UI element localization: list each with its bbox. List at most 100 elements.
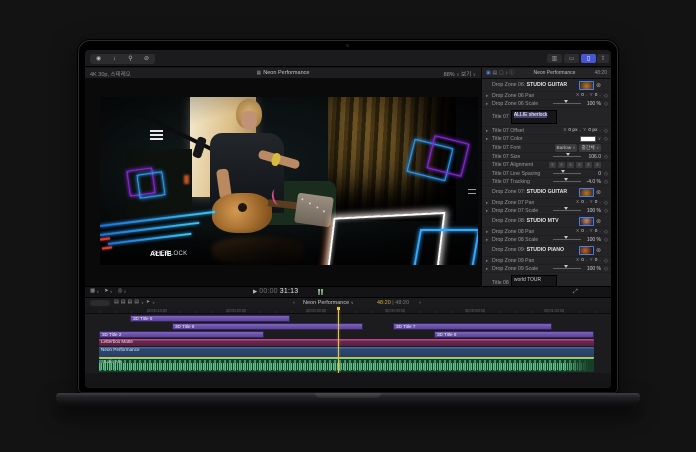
playhead[interactable] (338, 307, 339, 373)
timeline-index-button[interactable]: ▦∨ (90, 289, 99, 295)
pointer-tool-menu[interactable]: ➤ (146, 300, 150, 305)
disclosure-icon[interactable]: ▸ (486, 200, 490, 206)
color-swatch[interactable] (580, 136, 596, 142)
disclosure-icon[interactable]: ▸ (486, 237, 490, 243)
align-button[interactable]: ≡ (576, 162, 583, 168)
slider[interactable] (553, 173, 581, 174)
align-button[interactable]: ≡ (585, 162, 592, 168)
keyframe-button[interactable]: ◇ (603, 208, 609, 214)
font-family-dropdown[interactable]: Barlow ∨ (555, 144, 578, 152)
generator-tab[interactable]: ▢ (499, 70, 504, 76)
disclosure-icon[interactable]: ▸ (486, 266, 490, 272)
keyframe-button[interactable]: ◇ (603, 229, 609, 235)
append-edit-button[interactable]: ▤ (127, 300, 132, 305)
slider[interactable] (553, 103, 581, 104)
keyframe-button[interactable]: ◇ (603, 136, 609, 142)
slider[interactable] (553, 210, 581, 211)
font-weight-dropdown[interactable]: 중간체 ∨ (579, 144, 601, 152)
timeline-project-menu[interactable]: Neon Performance ∨ (303, 300, 354, 306)
align-button[interactable]: ≡ (549, 162, 556, 168)
disclosure-icon[interactable]: ▸ (486, 208, 490, 214)
disclosure-icon[interactable]: ▸ (486, 101, 490, 107)
slider-value[interactable]: 100 % (583, 237, 601, 243)
timeline-clip[interactable]: Neon Performance (99, 347, 594, 357)
keyframe-button[interactable]: ◇ (603, 266, 609, 272)
y-value-field[interactable]: 0 (595, 200, 598, 205)
y-value-field[interactable]: 0 (595, 93, 598, 98)
timeline-clip[interactable]: 3D Title 6 (130, 315, 290, 322)
keyframe-button[interactable]: ◇ (603, 258, 609, 264)
clear-dropzone-button[interactable]: ⊗ (596, 82, 601, 89)
keyframe-button[interactable]: ◇ (603, 128, 609, 134)
x-value-field[interactable]: 0 (581, 200, 584, 205)
timeline-clip[interactable]: 3D Title 7 (393, 323, 552, 330)
dropzone-thumbnail[interactable] (579, 246, 594, 255)
slider[interactable] (553, 181, 581, 182)
tool-select-menu[interactable]: ➤∨ (104, 289, 113, 295)
keyframe-button[interactable]: ◇ (603, 154, 609, 160)
viewer-zoom-menu[interactable]: 88% (444, 72, 455, 78)
timeline-clip[interactable]: 3D Title 2 (99, 331, 264, 338)
slider-value[interactable]: 100 % (583, 101, 601, 107)
align-button[interactable]: ≡ (558, 162, 565, 168)
audio-tab[interactable]: ♪ (505, 70, 508, 76)
clear-dropzone-button[interactable]: ⊗ (596, 218, 601, 225)
share-button[interactable]: ⇧ (597, 54, 609, 63)
info-tab[interactable]: ⓘ (509, 70, 514, 76)
slider-value[interactable]: -4.0 % (583, 179, 601, 185)
slider-value[interactable]: 100 % (583, 266, 601, 272)
dropzone-thumbnail[interactable] (579, 217, 594, 226)
keyframe-button[interactable]: ◇ (603, 237, 609, 243)
y-value-field[interactable]: 0 px (588, 128, 597, 133)
text-input[interactable]: world TOUR (511, 275, 557, 286)
slider[interactable] (553, 239, 581, 240)
x-value-field[interactable]: 0 (581, 229, 584, 234)
motion-tab[interactable]: ▤ (492, 70, 497, 76)
slider-value[interactable]: 106.0 (583, 154, 601, 160)
clear-dropzone-button[interactable]: ⊗ (596, 247, 601, 254)
expand-icon[interactable]: ⤢ (573, 289, 578, 296)
x-value-field[interactable]: 0 px (568, 128, 577, 133)
next-project-button[interactable]: › (419, 300, 421, 306)
timeline-clip[interactable]: 3D Title 8 (172, 323, 363, 330)
play-button[interactable]: ▶ (253, 289, 257, 295)
align-button[interactable]: ≡ (567, 162, 574, 168)
clip-options-menu[interactable]: ◎∨ (118, 289, 127, 295)
timeline-clip[interactable]: 3D Title 9 (434, 331, 594, 338)
browser-toggle[interactable]: ▥ (547, 54, 562, 63)
import-button[interactable]: ↓ (107, 55, 122, 63)
viewer-view-menu[interactable]: 보기 (461, 72, 471, 78)
disclosure-icon[interactable]: ▸ (486, 258, 490, 264)
slider[interactable] (553, 156, 581, 157)
y-value-field[interactable]: 0 (595, 229, 598, 234)
dropzone-thumbnail[interactable] (579, 188, 594, 197)
keyframe-button[interactable]: ◇ (603, 93, 609, 99)
timeline-clip[interactable]: Letterbox Matte (99, 339, 594, 346)
timeline-toggle[interactable]: ▭ (564, 54, 579, 63)
slider[interactable] (553, 268, 581, 269)
record-button[interactable]: ◉ (91, 55, 106, 63)
slider-value[interactable]: 100 % (583, 208, 601, 214)
disclosure-icon[interactable]: ▸ (486, 229, 490, 235)
align-button[interactable]: ≡ (594, 162, 601, 168)
x-value-field[interactable]: 0 (581, 258, 584, 263)
insert-edit-button[interactable]: ▤ (121, 300, 126, 305)
timeline-index-pill[interactable] (90, 300, 110, 306)
keyword-button[interactable]: ⚲ (123, 55, 138, 63)
text-input[interactable]: ALLIE sherlock (511, 110, 557, 124)
audio-meters[interactable] (318, 289, 323, 295)
keyframe-button[interactable]: ◇ (603, 200, 609, 206)
connect-edit-button[interactable]: ▤ (114, 300, 119, 305)
inspector-toggle[interactable]: ▯ (581, 54, 596, 63)
disclosure-icon[interactable]: ▸ (486, 128, 490, 134)
keyframe-button[interactable]: ◇ (603, 101, 609, 107)
disclosure-icon[interactable]: ▸ (486, 136, 490, 142)
x-value-field[interactable]: 0 (581, 93, 584, 98)
prev-project-button[interactable]: ‹ (293, 300, 295, 306)
clear-dropzone-button[interactable]: ⊗ (596, 189, 601, 196)
keyframe-button[interactable]: ◇ (603, 171, 609, 177)
y-value-field[interactable]: 0 (595, 258, 598, 263)
disclosure-icon[interactable]: ▸ (486, 93, 490, 99)
keyframe-button[interactable]: ◇ (603, 179, 609, 185)
slider-value[interactable]: 0 (583, 171, 601, 177)
